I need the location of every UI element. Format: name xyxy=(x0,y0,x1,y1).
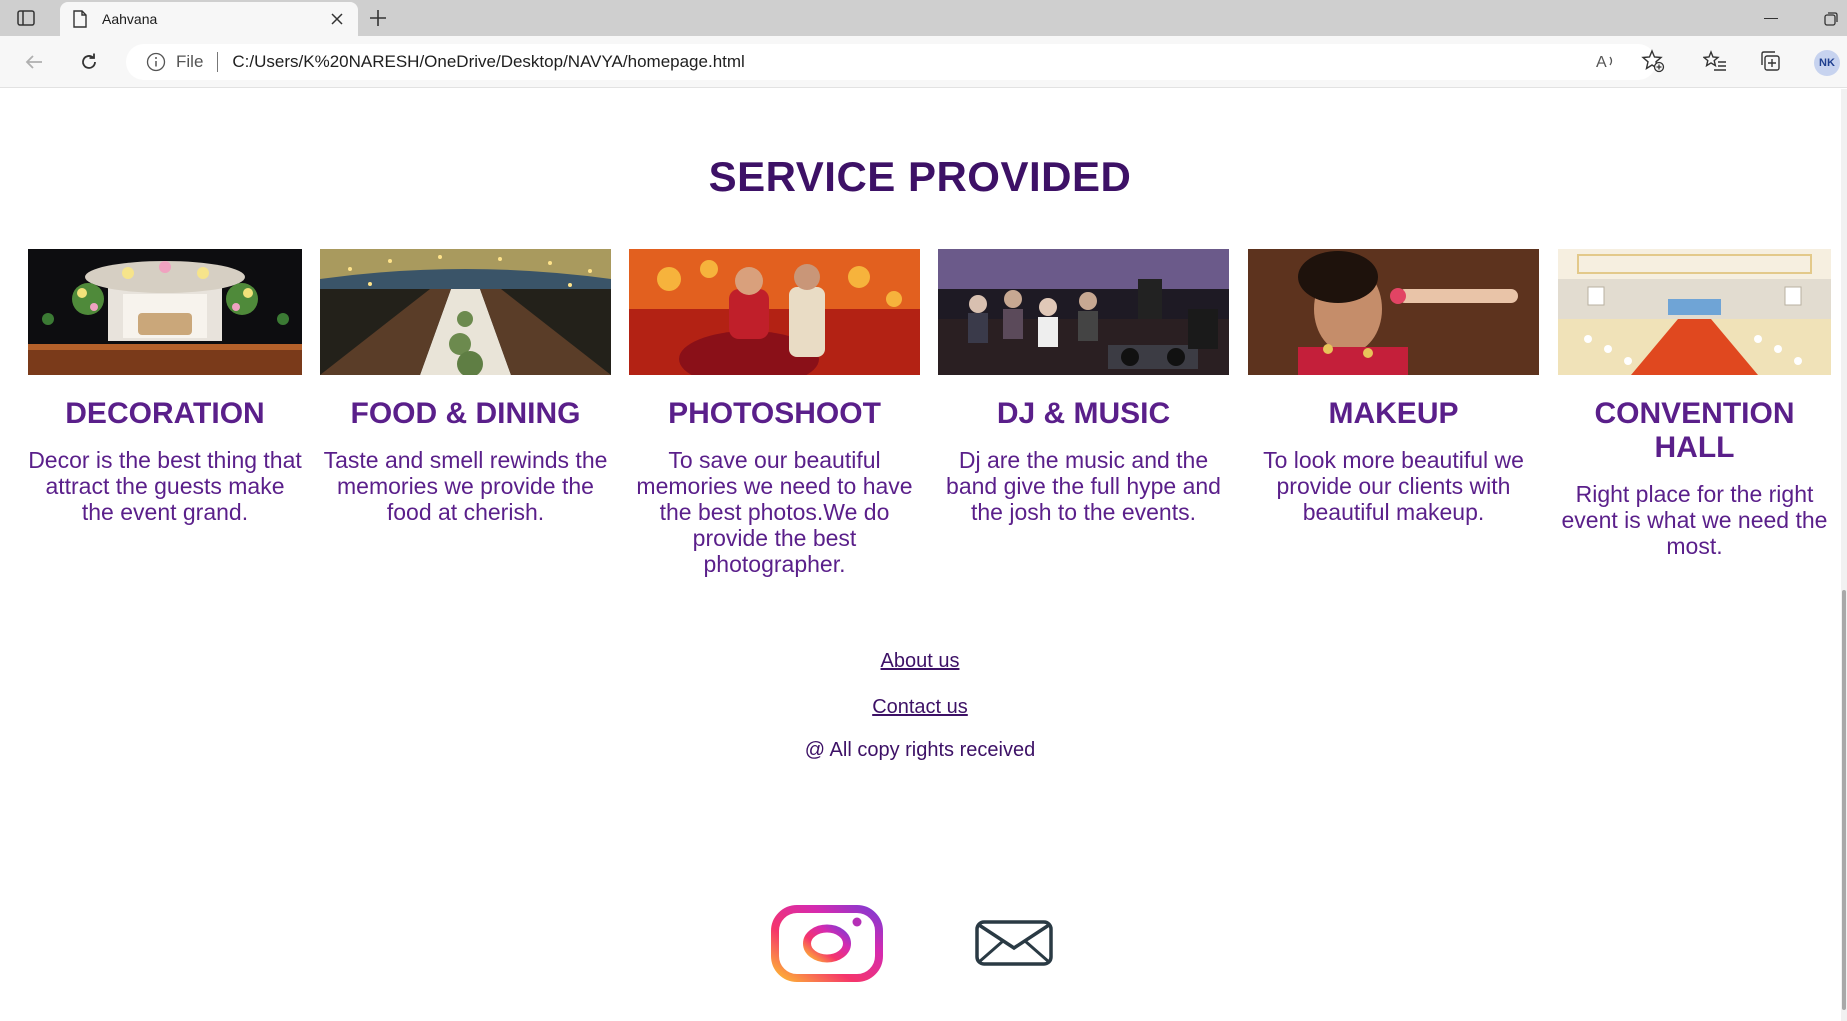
service-title: CONVENTION HALL xyxy=(1594,397,1795,464)
service-title: MAKEUP xyxy=(1328,397,1459,430)
photoshoot-photo xyxy=(629,249,920,375)
favorites-icon[interactable] xyxy=(1702,48,1728,74)
favorite-add-icon[interactable] xyxy=(1640,48,1666,74)
service-card-food-dining: FOOD & DINING Taste and smell rewinds th… xyxy=(320,249,611,525)
mail-icon[interactable] xyxy=(975,920,1053,966)
tab-actions-icon[interactable] xyxy=(16,8,36,28)
svg-text:A: A xyxy=(1596,54,1607,71)
page-title: SERVICE PROVIDED xyxy=(708,153,1132,200)
service-description: Decor is the best thing that attract the… xyxy=(28,447,302,525)
info-icon[interactable] xyxy=(146,52,166,72)
divider xyxy=(217,52,219,72)
contact-us-link[interactable]: Contact us xyxy=(872,696,968,719)
url-field[interactable]: File C:/Users/K%20NARESH/OneDrive/Deskto… xyxy=(126,44,1656,80)
new-tab-icon[interactable] xyxy=(368,8,388,28)
makeup-photo xyxy=(1248,249,1539,375)
service-description: Dj are the music and the band give the f… xyxy=(946,447,1221,525)
profile-avatar[interactable]: NK xyxy=(1814,50,1840,76)
service-card-dj-music: DJ & MUSIC Dj are the music and the band… xyxy=(938,249,1229,525)
service-title: FOOD & DINING xyxy=(350,397,581,430)
service-title: DJ & MUSIC xyxy=(996,397,1171,430)
service-title: DECORATION xyxy=(65,397,265,430)
about-us-link[interactable]: About us xyxy=(881,650,960,673)
dining-photo xyxy=(320,249,611,375)
close-tab-icon[interactable] xyxy=(328,10,346,28)
refresh-icon[interactable] xyxy=(77,50,101,74)
decoration-photo xyxy=(28,249,302,375)
service-card-decoration: DECORATION Decor is the best thing that … xyxy=(28,249,302,525)
tab-bar: Aahvana xyxy=(0,0,1847,36)
page-icon xyxy=(73,10,87,28)
service-description: To save our beautiful memories we need t… xyxy=(636,447,913,577)
copyright-text: @ All copy rights received xyxy=(804,739,1036,761)
restore-icon[interactable] xyxy=(1824,12,1838,26)
service-card-convention-hall: CONVENTION HALL Right place for the righ… xyxy=(1558,249,1831,559)
service-title: PHOTOSHOOT xyxy=(668,397,881,430)
service-description: Right place for the right event is what … xyxy=(1561,481,1828,559)
service-card-makeup: MAKEUP To look more beautiful we provide… xyxy=(1248,249,1539,525)
url-text[interactable]: C:/Users/K%20NARESH/OneDrive/Desktop/NAV… xyxy=(232,52,744,72)
back-icon[interactable] xyxy=(22,50,46,74)
read-aloud-icon[interactable]: A xyxy=(1593,48,1619,74)
service-description: Taste and smell rewinds the memories we … xyxy=(323,447,608,525)
web-page: SERVICE PROVIDED DECORATION Decor is the… xyxy=(0,89,1847,1021)
browser-tab[interactable]: Aahvana xyxy=(60,2,358,36)
tab-title: Aahvana xyxy=(102,11,158,27)
service-card-photoshoot: PHOTOSHOOT To save our beautiful memorie… xyxy=(629,249,920,577)
minimize-icon[interactable] xyxy=(1764,18,1778,19)
dj-photo xyxy=(938,249,1229,375)
collections-icon[interactable] xyxy=(1757,48,1783,74)
convention-hall-photo xyxy=(1558,249,1831,375)
service-description: To look more beautiful we provide our cl… xyxy=(1263,447,1524,525)
instagram-icon[interactable] xyxy=(771,905,883,982)
address-bar: File C:/Users/K%20NARESH/OneDrive/Deskto… xyxy=(0,36,1847,88)
file-label: File xyxy=(176,52,204,71)
scrollbar-thumb[interactable] xyxy=(1842,590,1846,1010)
